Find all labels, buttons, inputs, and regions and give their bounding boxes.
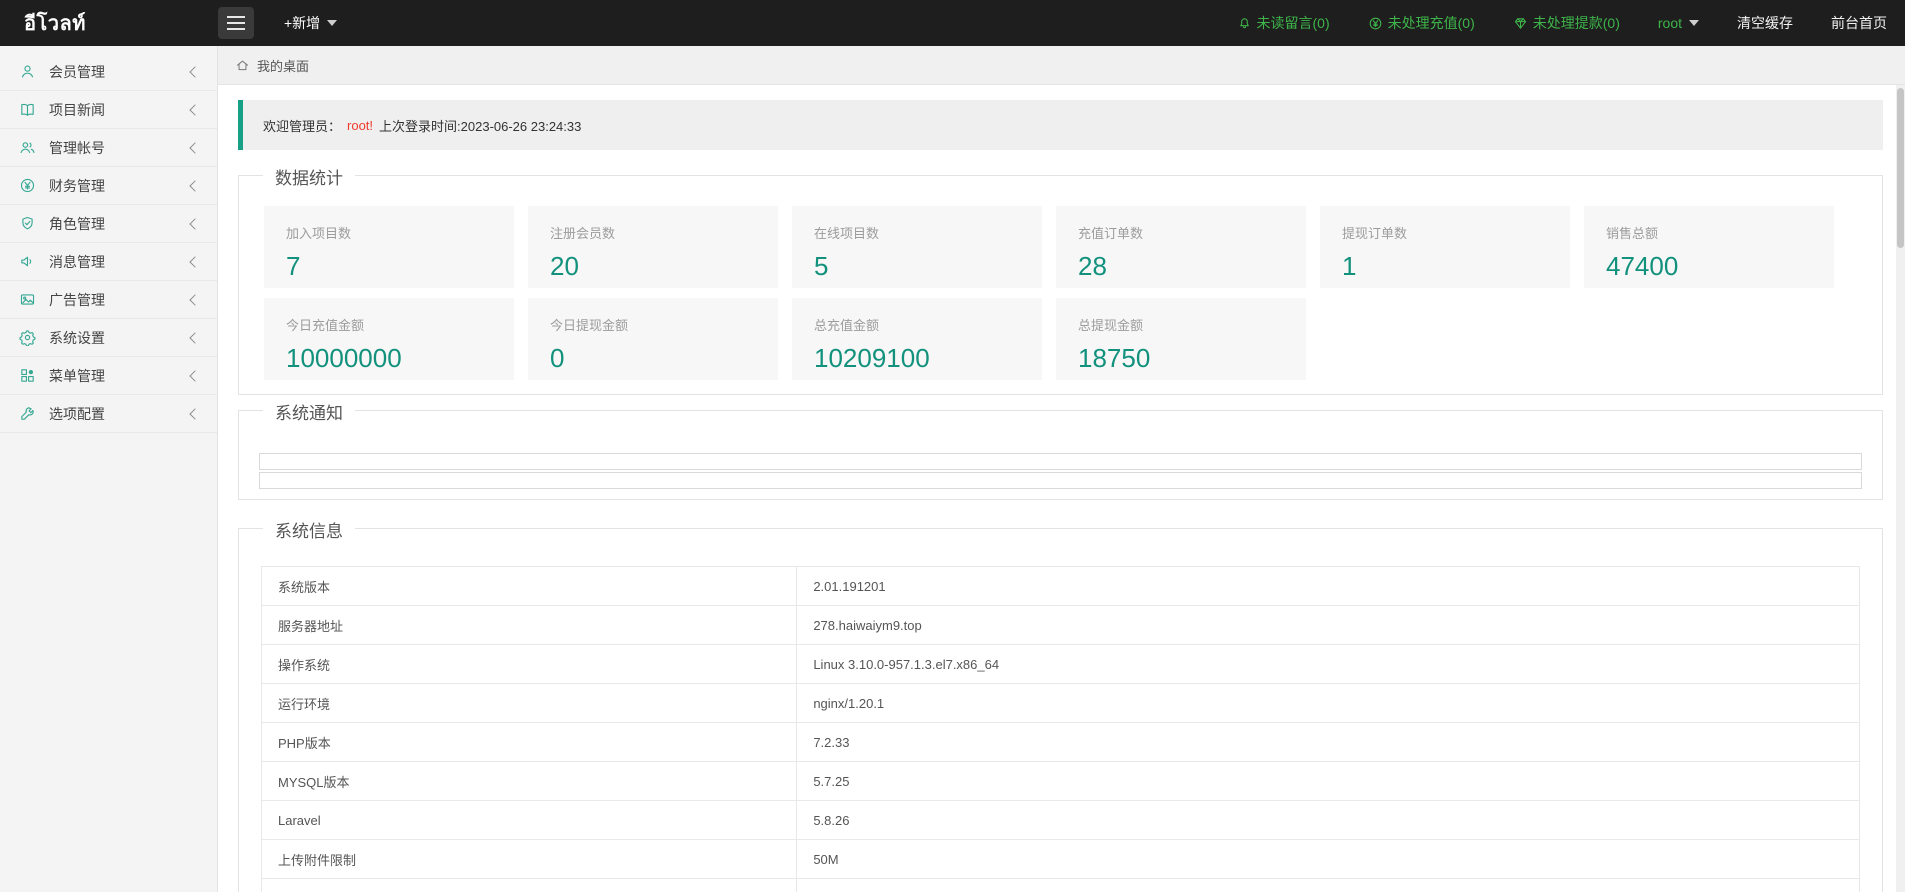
breadcrumb-label: 我的桌面: [257, 58, 310, 74]
stats-row-2: 今日充值金额 10000000 今日提现金额 0 总充值金额 10209100 …: [239, 288, 1882, 380]
stat-card: 加入项目数 7: [264, 206, 514, 288]
sidebar-item-finance[interactable]: 财务管理: [0, 167, 217, 205]
app-logo: อีโวลท์: [24, 13, 86, 35]
scrollbar-thumb[interactable]: [1897, 88, 1904, 248]
stat-card: 注册会员数 20: [528, 206, 778, 288]
table-row: 服务器地址 278.haiwaiym9.top: [260, 605, 1860, 645]
sidebar-toggle-button[interactable]: [218, 7, 254, 39]
chevron-left-icon: [189, 179, 201, 192]
stat-card: 充值订单数 28: [1056, 206, 1306, 288]
user-icon: [21, 65, 34, 78]
notice-item-empty: [259, 453, 1862, 470]
gem-icon: [1514, 17, 1526, 29]
users-icon: [20, 142, 35, 154]
stat-card: 总提现金额 18750: [1056, 298, 1306, 380]
table-row: MYSQL版本 5.7.25: [260, 761, 1860, 801]
sidebar: 会员管理 项目新闻 管理帐号 财务管理 角色管理 消息管理 广告管理 系统设置 …: [0, 46, 218, 892]
username: root: [1657, 15, 1682, 31]
shield-check-icon: [22, 216, 33, 230]
sidebar-item-members[interactable]: 会员管理: [0, 53, 217, 91]
breadcrumb[interactable]: 我的桌面: [218, 46, 1905, 85]
welcome-last-login: 上次登录时间:2023-06-26 23:24:33: [379, 118, 582, 134]
sidebar-item-options-config[interactable]: 选项配置: [0, 395, 217, 433]
notice-panel-title: 系统通知: [263, 399, 355, 424]
yen-circle-icon: [20, 178, 35, 193]
sidebar-item-roles[interactable]: 角色管理: [0, 205, 217, 243]
speaker-icon: [21, 256, 32, 267]
sidebar-item-menu-management[interactable]: 菜单管理: [0, 357, 217, 395]
welcome-banner: 欢迎管理员： root! 上次登录时间:2023-06-26 23:24:33: [238, 100, 1883, 150]
bell-icon: [1239, 17, 1249, 28]
welcome-username: root!: [347, 117, 374, 133]
stat-card: 总充值金额 10209100: [792, 298, 1042, 380]
user-menu[interactable]: root: [1658, 15, 1699, 31]
chevron-down-icon: [327, 20, 338, 26]
chevron-down-icon: [1689, 20, 1699, 26]
tools-icon: [21, 407, 34, 420]
chevron-left-icon: [189, 103, 201, 116]
stats-row-1: 加入项目数 7 注册会员数 20 在线项目数 5 充值订单数 28 提现订单数 …: [239, 176, 1882, 288]
sidebar-item-system-settings[interactable]: 系统设置: [0, 319, 217, 357]
chevron-left-icon: [189, 255, 201, 268]
main-content: 欢迎管理员： root! 上次登录时间:2023-06-26 23:24:33 …: [218, 85, 1905, 892]
table-row: 上传附件限制 50M: [260, 839, 1860, 879]
sidebar-item-admin-accounts[interactable]: 管理帐号: [0, 129, 217, 167]
stats-panel-title: 数据统计: [263, 164, 355, 189]
table-row: 系统版本 2.01.191201: [260, 566, 1860, 606]
book-icon: [21, 103, 34, 116]
yen-circle-icon: [1369, 17, 1381, 29]
add-new-dropdown[interactable]: +新增: [284, 13, 338, 33]
clear-cache-button[interactable]: 清空缓存: [1737, 13, 1793, 33]
sysinfo-panel: 系统信息 系统版本 2.01.191201 服务器地址 278.haiwaiym…: [238, 517, 1883, 892]
stat-card: 今日充值金额 10000000: [264, 298, 514, 380]
home-icon: [237, 60, 248, 70]
chevron-left-icon: [189, 331, 201, 344]
hamburger-icon: [227, 16, 245, 18]
stat-card: 销售总额 47400: [1584, 206, 1834, 288]
stat-card: 提现订单数 1: [1320, 206, 1570, 288]
gear-icon: [19, 330, 36, 346]
chevron-left-icon: [189, 293, 201, 306]
chevron-left-icon: [189, 407, 201, 420]
image-icon: [20, 294, 35, 305]
pending-recharge-link[interactable]: 未处理充值(0): [1368, 13, 1475, 33]
sidebar-item-messages[interactable]: 消息管理: [0, 243, 217, 281]
table-row: PHP版本 7.2.33: [260, 722, 1860, 762]
table-row: 操作系统 Linux 3.10.0-957.1.3.el7.x86_64: [260, 644, 1860, 684]
front-home-link[interactable]: 前台首页: [1831, 13, 1887, 33]
table-row-partial: [260, 878, 1860, 892]
stat-card: 在线项目数 5: [792, 206, 1042, 288]
grid-icon: [21, 369, 34, 382]
sysinfo-panel-title: 系统信息: [263, 517, 355, 542]
notice-list: [239, 411, 1882, 489]
chevron-left-icon: [189, 141, 201, 154]
sidebar-item-project-news[interactable]: 项目新闻: [0, 91, 217, 129]
add-new-label: +新增: [284, 15, 321, 31]
topbar-right: 未读留言(0) 未处理充值(0) 未处理提款(0) root 清空缓存 前台首页: [1237, 13, 1905, 33]
notice-item-empty: [259, 472, 1862, 489]
table-row: 运行环境 nginx/1.20.1: [260, 683, 1860, 723]
welcome-prefix: 欢迎管理员：: [263, 118, 342, 134]
sidebar-item-ads[interactable]: 广告管理: [0, 281, 217, 319]
chevron-left-icon: [189, 217, 201, 230]
stats-panel: 数据统计 加入项目数 7 注册会员数 20 在线项目数 5 充值订单数 28 提…: [238, 164, 1883, 395]
topbar: อีโวลท์ +新增 未读留言(0) 未处理充值(0) 未处理提款(0) ro…: [0, 0, 1905, 46]
table-row: Laravel 5.8.26: [260, 800, 1860, 840]
chevron-left-icon: [189, 369, 201, 382]
scrollbar-track[interactable]: [1896, 85, 1905, 892]
stat-card: 今日提现金额 0: [528, 298, 778, 380]
logo-wrap: อีโวลท์: [0, 7, 218, 39]
unread-messages-link[interactable]: 未读留言(0): [1237, 13, 1330, 33]
sysinfo-table: 系统版本 2.01.191201 服务器地址 278.haiwaiym9.top…: [260, 566, 1860, 892]
pending-withdrawal-link[interactable]: 未处理提款(0): [1513, 13, 1620, 33]
chevron-left-icon: [189, 65, 201, 78]
notice-panel: 系统通知: [238, 399, 1883, 500]
